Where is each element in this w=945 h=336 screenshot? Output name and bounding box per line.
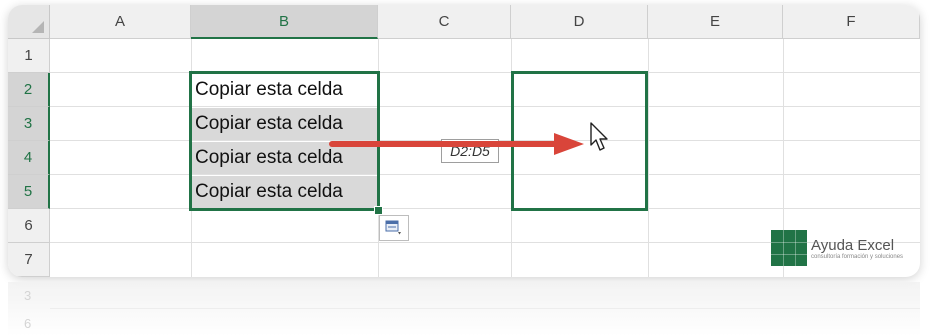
paste-options-icon — [385, 220, 401, 235]
row-header-7[interactable]: 7 — [8, 243, 50, 277]
column-header-a[interactable]: A — [50, 5, 191, 39]
reflection-row-number: 6 — [24, 316, 32, 331]
gridline — [50, 72, 920, 73]
pointer-cursor-icon — [590, 122, 608, 151]
worksheet-grid: A B C D E F 1 2 3 4 5 6 7 Copiar esta ce… — [8, 5, 920, 277]
reflection-gridline — [50, 308, 920, 309]
logo-tagline: consultoría formación y soluciones — [811, 253, 904, 260]
paste-options-button[interactable] — [379, 215, 409, 241]
select-all-triangle-icon — [32, 21, 44, 33]
card-reflection: 3 6 — [8, 282, 920, 336]
spreadsheet-card: A B C D E F 1 2 3 4 5 6 7 Copiar esta ce… — [8, 5, 920, 277]
row-header-5[interactable]: 5 — [8, 175, 50, 209]
select-all-corner[interactable] — [8, 5, 50, 39]
column-header-c[interactable]: C — [378, 5, 511, 39]
column-header-d[interactable]: D — [511, 5, 648, 39]
row-header-2[interactable]: 2 — [8, 73, 50, 107]
gridline — [50, 208, 920, 209]
reflection-row-number: 3 — [24, 288, 32, 303]
fill-handle[interactable] — [374, 206, 383, 215]
ayuda-excel-logo: Ayuda Excel consultoría formación y solu… — [771, 230, 903, 266]
row-header-3[interactable]: 3 — [8, 107, 50, 141]
ayuda-excel-logo-icon — [771, 230, 807, 266]
drag-arrow-icon — [329, 133, 584, 155]
row-header-6[interactable]: 6 — [8, 209, 50, 243]
gridline — [50, 106, 920, 107]
column-header-b[interactable]: B — [191, 5, 378, 39]
gridline — [50, 174, 920, 175]
cell-b2[interactable]: Copiar esta celda — [191, 74, 377, 106]
cell-b5[interactable]: Copiar esta celda — [191, 176, 377, 208]
column-header-e[interactable]: E — [648, 5, 783, 39]
row-header-1[interactable]: 1 — [8, 39, 50, 73]
row-header-4[interactable]: 4 — [8, 141, 50, 175]
column-header-f[interactable]: F — [783, 5, 920, 39]
logo-name: Ayuda Excel — [811, 236, 895, 254]
